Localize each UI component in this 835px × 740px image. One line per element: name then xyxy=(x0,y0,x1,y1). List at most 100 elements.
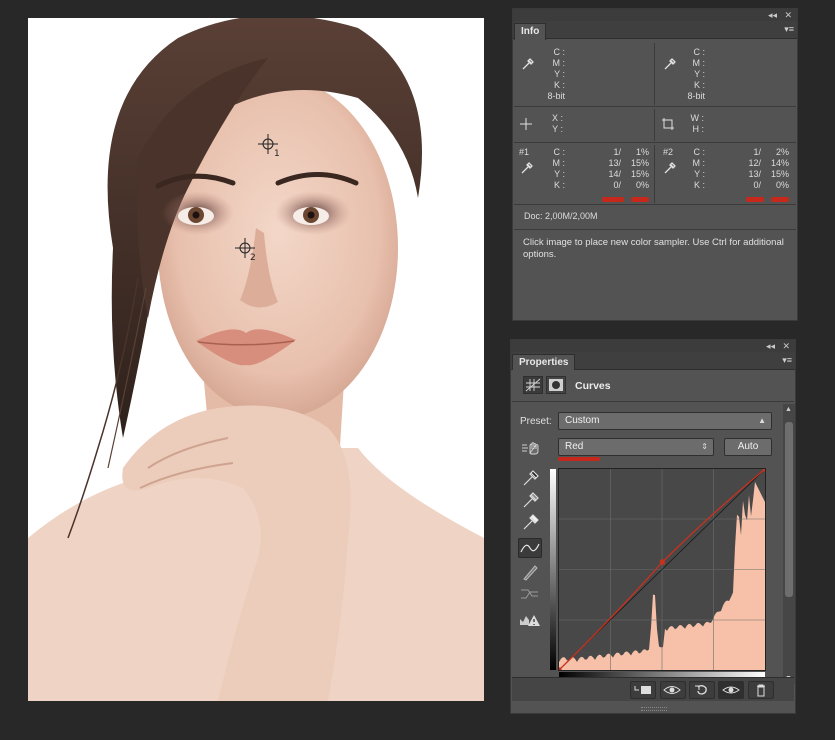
white-point-eyedropper-icon[interactable] xyxy=(518,512,542,532)
eyedropper-icon[interactable] xyxy=(663,57,677,71)
curve-control-point[interactable] xyxy=(659,559,665,565)
sampler-1-m-before: 13/ xyxy=(608,158,621,168)
cmyk-c-label: C : xyxy=(553,47,565,57)
sampler-2-c-after: 2% xyxy=(775,147,789,157)
properties-panel: ◂◂ ✕ Properties ▾≡ Curves Preset: Custom… xyxy=(510,339,796,714)
channel-value: Red xyxy=(565,441,584,452)
bit-depth-left: 8-bit xyxy=(547,91,565,101)
delete-adjustment-button[interactable] xyxy=(748,681,774,699)
reset-icon xyxy=(695,685,707,695)
mask-icon[interactable] xyxy=(546,376,566,394)
h-label: H : xyxy=(692,124,704,134)
help-text: Click image to place new color sampler. … xyxy=(523,237,784,260)
scroll-up-icon[interactable]: ▲ xyxy=(785,406,792,413)
eyedropper-icon[interactable] xyxy=(521,57,535,71)
sampler-2-m-before: 12/ xyxy=(748,158,761,168)
clip-to-layer-button[interactable] xyxy=(630,681,656,699)
eyedropper-icon[interactable] xyxy=(663,161,677,175)
divider xyxy=(654,43,655,105)
divider xyxy=(514,204,796,205)
close-icon[interactable]: ✕ xyxy=(784,9,792,21)
tab-properties[interactable]: Properties xyxy=(512,354,576,371)
cmyk-m-label: M : xyxy=(552,58,566,68)
resize-grip[interactable] xyxy=(641,707,667,711)
close-icon[interactable]: ✕ xyxy=(782,340,790,352)
sampler-2-m-after: 14% xyxy=(770,158,789,168)
y-label: Y : xyxy=(552,124,563,134)
cmyk-m-label: M : xyxy=(692,58,706,68)
scroll-thumb[interactable] xyxy=(785,422,793,597)
preset-value: Custom xyxy=(565,415,600,426)
collapse-icon[interactable]: ◂◂ xyxy=(768,9,777,21)
dropdown-arrow-icon: ⇕ xyxy=(701,442,708,451)
eye-previous-icon xyxy=(663,686,681,694)
portrait-photo: 1 2 xyxy=(28,18,484,701)
sampler-2-k-before: 0/ xyxy=(753,180,761,190)
clipping-warning-icon[interactable] xyxy=(518,610,542,630)
sampler-1-m-label: M : xyxy=(552,158,566,168)
cmyk-k-label: K : xyxy=(693,80,705,90)
info-tabstrip: Info ▾≡ xyxy=(513,21,797,40)
panel-menu-icon[interactable]: ▾≡ xyxy=(784,24,794,34)
sampler-1-y-label: Y : xyxy=(554,169,565,179)
curve-control-point[interactable] xyxy=(762,466,768,472)
annotation-mark xyxy=(558,457,600,461)
divider xyxy=(514,142,796,143)
sampler-1-k-after: 0% xyxy=(635,180,649,190)
sampler-2-y-label: Y : xyxy=(694,169,705,179)
black-point-eyedropper-icon[interactable] xyxy=(518,468,542,488)
smooth-curve-icon[interactable] xyxy=(518,584,542,604)
info-panel: ◂◂ ✕ Info ▾≡ C : M : Y : K : 8-bit C : M… xyxy=(512,8,798,321)
preset-label: Preset: xyxy=(520,416,552,427)
cmyk-c-label: C : xyxy=(693,47,705,57)
curves-adjustment-icon[interactable] xyxy=(523,376,543,394)
annotation-mark xyxy=(771,197,789,202)
trash-icon xyxy=(757,684,765,697)
annotation-mark xyxy=(602,197,624,202)
panel-scrollbar[interactable]: ▲ ▼ xyxy=(783,404,795,684)
properties-header: Curves xyxy=(512,370,794,402)
bit-depth-right: 8-bit xyxy=(687,91,705,101)
sampler-2-c-before: 1/ xyxy=(753,147,761,157)
gray-point-eyedropper-icon[interactable] xyxy=(518,490,542,510)
image-canvas[interactable]: 1 2 xyxy=(28,18,484,701)
preset-dropdown[interactable]: Custom ▲ xyxy=(558,412,772,430)
panel-menu-icon[interactable]: ▾≡ xyxy=(782,355,792,365)
sampler-1-k-label: K : xyxy=(553,180,565,190)
eyedropper-icon[interactable] xyxy=(520,161,534,175)
cmyk-y-label: Y : xyxy=(554,69,565,79)
sampler-1-y-after: 15% xyxy=(630,169,649,179)
selection-size-icon xyxy=(662,118,674,130)
x-label: X : xyxy=(551,113,563,123)
sampler-2-y-after: 15% xyxy=(770,169,789,179)
pencil-icon[interactable] xyxy=(518,562,542,582)
sampler-2-k-after: 0% xyxy=(775,180,789,190)
sampler-1-c-before: 1/ xyxy=(613,147,621,157)
auto-button[interactable]: Auto xyxy=(724,438,772,456)
w-label: W : xyxy=(690,113,705,123)
sampler-1-m-after: 15% xyxy=(630,158,649,168)
sampler-1-y-before: 14/ xyxy=(608,169,621,179)
dropdown-arrow-icon: ▲ xyxy=(758,416,766,425)
sampler-1-label: 1 xyxy=(274,149,280,159)
curve-histogram[interactable] xyxy=(556,466,768,673)
divider xyxy=(654,109,655,141)
toggle-visibility-button[interactable] xyxy=(718,681,744,699)
curve-point-tool[interactable] xyxy=(518,538,542,558)
output-gradient-bar xyxy=(550,469,556,670)
properties-footer xyxy=(512,677,794,701)
tab-info[interactable]: Info xyxy=(514,23,547,40)
reset-button[interactable] xyxy=(689,681,715,699)
curves-graph[interactable] xyxy=(550,466,769,685)
annotation-mark xyxy=(631,197,649,202)
sampler-2-id: #2 xyxy=(663,147,674,157)
channel-dropdown[interactable]: Red ⇕ xyxy=(558,438,714,456)
divider xyxy=(514,106,796,107)
curve-control-point[interactable] xyxy=(556,667,562,673)
panel-title-bar: ◂◂ ✕ xyxy=(513,9,797,21)
collapse-icon[interactable]: ◂◂ xyxy=(766,340,775,352)
clip-to-layer-icon xyxy=(634,686,651,694)
crosshair-icon xyxy=(520,118,532,130)
view-previous-state-button[interactable] xyxy=(660,681,686,699)
on-image-adjust-hand-icon[interactable] xyxy=(520,440,544,456)
